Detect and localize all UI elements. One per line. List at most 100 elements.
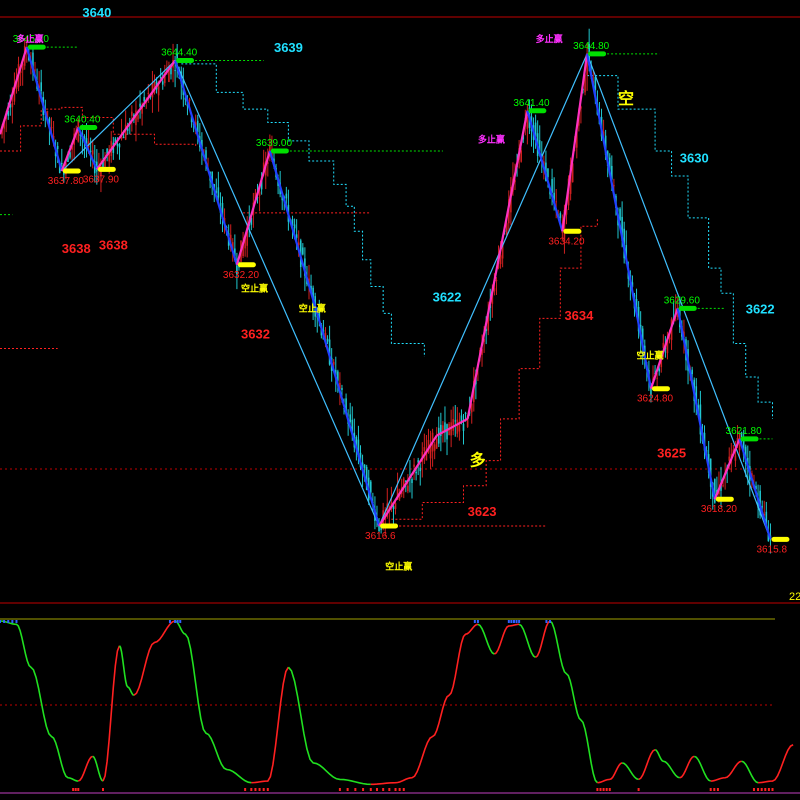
candle-body: [341, 387, 343, 390]
oscillator-low-tick: [266, 788, 269, 791]
candle-body: [433, 444, 436, 451]
candle-body: [143, 97, 145, 102]
candle-body: [462, 423, 465, 431]
oscillator-low-tick: [752, 788, 755, 791]
oscillator-high-tick: [15, 620, 18, 623]
oscillator-high-tick: [545, 620, 548, 623]
candle-body: [188, 99, 191, 101]
candle-body: [40, 82, 42, 91]
oscillator-low-tick: [764, 788, 767, 791]
candle-body: [285, 193, 288, 199]
peak-marker: [27, 44, 46, 50]
oscillator-low-tick: [394, 788, 397, 791]
candle-body: [11, 103, 14, 108]
stop-profit-signal: 空止赢: [299, 303, 326, 315]
candle-body: [555, 201, 557, 203]
candle-body: [415, 471, 417, 474]
trough-marker: [715, 496, 734, 502]
candle-body: [394, 503, 397, 509]
oscillator-low-tick: [375, 788, 378, 791]
oscillator-low-tick: [771, 788, 774, 791]
oscillator-high-tick: [512, 620, 515, 623]
level-label: 3625: [657, 445, 686, 460]
candle-body: [407, 485, 409, 492]
candle-body: [217, 187, 220, 198]
candle-body: [446, 424, 448, 440]
candle-body: [363, 464, 366, 468]
candle-body: [61, 163, 63, 165]
stop-profit-signal: 空止赢: [637, 350, 664, 362]
level-label: 3638: [62, 241, 91, 256]
candle-body: [495, 279, 498, 282]
candle-body: [392, 506, 395, 509]
oscillator-low-tick: [77, 788, 80, 791]
level-label: 3622: [433, 290, 462, 305]
candle-body: [326, 338, 329, 342]
low-price-label: 3637.80: [48, 176, 85, 187]
candle-body: [122, 136, 125, 138]
candle-body: [423, 447, 426, 452]
oscillator-low-tick: [596, 788, 599, 791]
trough-marker: [237, 262, 256, 268]
low-price-label: 3618.20: [701, 504, 738, 515]
oscillator-low-tick: [354, 788, 357, 791]
oscillator-low-tick: [250, 788, 253, 791]
high-price-label: 3640.40: [64, 115, 101, 126]
oscillator-low-tick: [254, 788, 257, 791]
candle-body: [656, 377, 658, 379]
oscillator-high-tick: [0, 620, 1, 623]
candle-body: [559, 213, 562, 218]
trough-marker: [563, 228, 582, 234]
peak-marker: [270, 148, 289, 154]
candle-body: [452, 419, 454, 431]
trough-marker: [771, 536, 790, 542]
candle-body: [137, 115, 139, 120]
oscillator-high-tick: [510, 620, 513, 623]
candle-body: [147, 92, 150, 95]
oscillator-low-tick: [72, 788, 75, 791]
peak-marker: [740, 436, 759, 442]
high-price-label: 3644.40: [161, 48, 198, 59]
candle-body: [157, 86, 160, 96]
oscillator-low-tick: [767, 788, 770, 791]
candle-body: [691, 369, 693, 375]
oscillator-high-tick: [473, 620, 476, 623]
low-price-label: 3616.6: [365, 531, 396, 542]
stop-profit-signal: 多止赢: [536, 33, 563, 45]
candle-body: [116, 143, 119, 146]
low-price-label: 3632.20: [223, 270, 260, 281]
candle-body: [139, 103, 141, 107]
candle-body: [50, 127, 53, 129]
peak-marker: [678, 305, 697, 311]
oscillator-high-tick: [549, 620, 552, 623]
oscillator-high-tick: [174, 620, 177, 623]
oscillator-low-tick: [346, 788, 349, 791]
candle-body: [456, 419, 459, 434]
direction-signal: 空: [618, 89, 634, 108]
candle-body: [332, 361, 335, 365]
high-price-label: 3641.40: [513, 98, 550, 109]
trough-marker: [651, 386, 670, 392]
level-label: 3623: [468, 504, 497, 519]
oscillator-low-tick: [602, 788, 605, 791]
stop-profit-signal: 空止赢: [241, 283, 268, 295]
oscillator-high-tick: [515, 620, 518, 623]
oscillator-low-tick: [338, 788, 341, 791]
high-price-label: 3629.60: [664, 295, 701, 306]
axis-value-label: 22: [789, 591, 800, 603]
candle-body: [547, 168, 549, 177]
candle-body: [91, 150, 94, 155]
level-label: 3632: [241, 326, 270, 341]
candle-body: [131, 111, 133, 116]
oscillator-high-tick: [7, 620, 10, 623]
oscillator-low-tick: [382, 788, 385, 791]
oscillator-high-tick: [476, 620, 479, 623]
oscillator-low-tick: [102, 788, 104, 791]
oscillator-low-tick: [599, 788, 602, 791]
oscillator-low-tick: [402, 788, 405, 791]
candle-body: [161, 81, 164, 85]
candle-body: [302, 247, 304, 255]
low-price-label: 3615.8: [756, 544, 787, 555]
high-price-label: 3644.80: [573, 41, 610, 52]
high-price-label: 3621.80: [726, 426, 763, 437]
